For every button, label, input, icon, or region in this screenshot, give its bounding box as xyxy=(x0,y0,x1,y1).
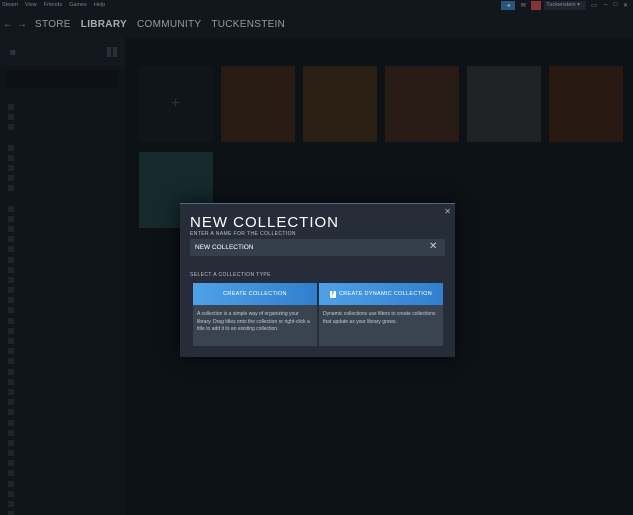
collection-description: A collection is a simple way of organizi… xyxy=(197,311,310,332)
filter-icon: f xyxy=(330,290,337,298)
close-icon[interactable]: ✕ xyxy=(444,207,451,216)
create-collection-button[interactable]: CREATE COLLECTION xyxy=(193,283,317,305)
create-dynamic-collection-button[interactable]: f CREATE DYNAMIC COLLECTION xyxy=(319,283,443,305)
dynamic-collection-description: Dynamic collections use filters to creat… xyxy=(323,311,436,325)
type-section-label: SELECT A COLLECTION TYPE xyxy=(190,272,271,278)
dynamic-collection-option: f CREATE DYNAMIC COLLECTION Dynamic coll… xyxy=(319,283,443,346)
dialog-title: NEW COLLECTION xyxy=(190,214,340,231)
clear-input-icon[interactable]: ✕ xyxy=(429,241,437,252)
name-field-label: ENTER A NAME FOR THE COLLECTION xyxy=(190,231,296,237)
create-collection-label: CREATE COLLECTION xyxy=(223,291,287,297)
collection-option: CREATE COLLECTION A collection is a simp… xyxy=(193,283,317,346)
collection-name-input[interactable] xyxy=(190,239,445,256)
new-collection-dialog: ✕ NEW COLLECTION ENTER A NAME FOR THE CO… xyxy=(180,203,455,357)
create-dynamic-collection-label: CREATE DYNAMIC COLLECTION xyxy=(339,291,432,297)
